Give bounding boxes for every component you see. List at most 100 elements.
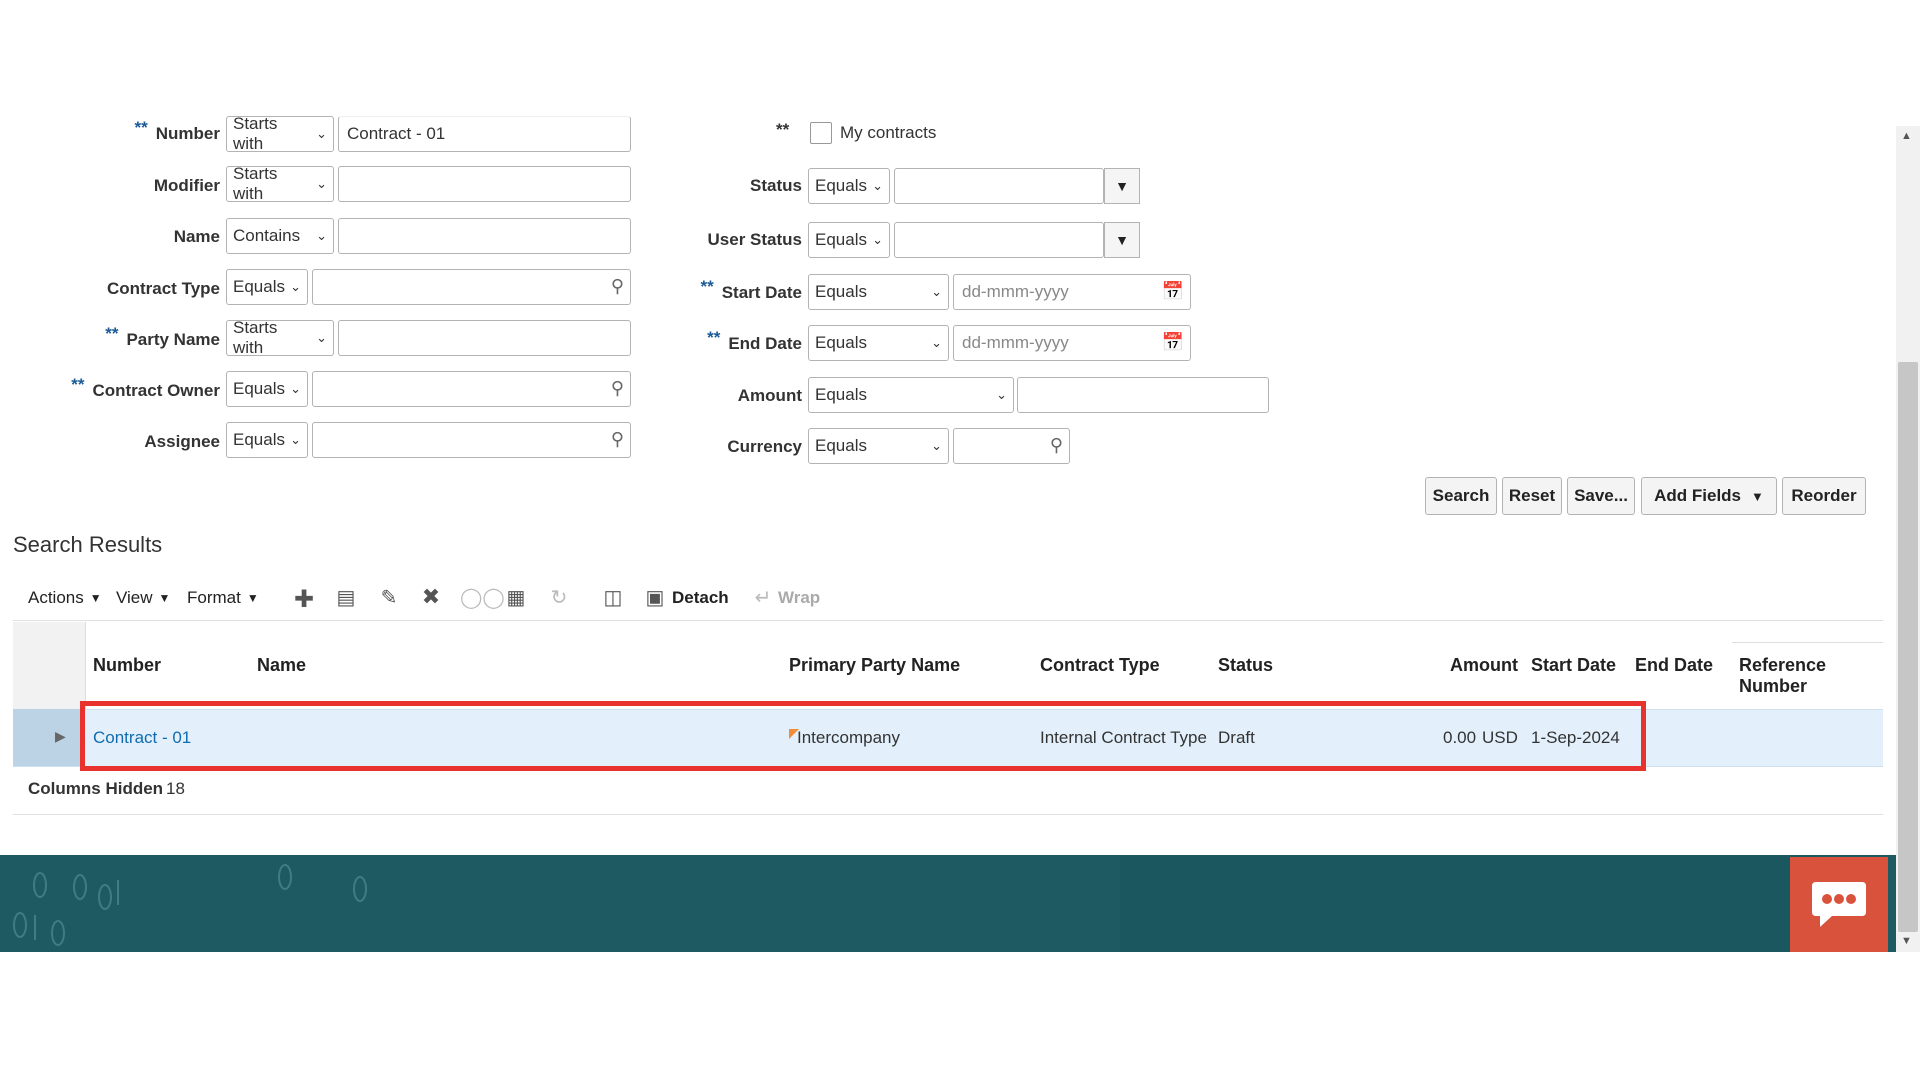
number-input[interactable]: Contract - 01: [338, 116, 631, 152]
end-date-input[interactable]: dd-mmm-yyyy 📅: [953, 325, 1191, 361]
triangle-down-icon: ▼: [89, 591, 102, 605]
refresh-icon[interactable]: ↻: [546, 585, 572, 610]
party-name-input[interactable]: [338, 320, 631, 356]
column-header-start-date[interactable]: Start Date: [1531, 655, 1616, 676]
assignee-input[interactable]: ⚲: [312, 422, 631, 458]
status-operator-select[interactable]: Equals ⌄: [808, 168, 890, 204]
triangle-down-icon: ▼: [1751, 488, 1764, 504]
amount-operator-select[interactable]: Equals ⌄: [808, 377, 1014, 413]
save-button[interactable]: Save...: [1567, 477, 1635, 515]
chevron-down-icon: ⌄: [872, 178, 883, 193]
highlight-box: [80, 701, 1646, 771]
party-name-operator-select[interactable]: Starts with ⌄: [226, 318, 334, 357]
search-icon[interactable]: ⚲: [611, 429, 624, 450]
currency-operator-select[interactable]: Equals ⌄: [808, 428, 949, 464]
scroll-up-arrow-icon[interactable]: ▲: [1901, 130, 1912, 142]
chevron-down-icon: ⌄: [290, 432, 301, 447]
column-header-end-date[interactable]: End Date: [1635, 655, 1713, 676]
name-label: Name: [173, 227, 220, 246]
chevron-down-icon: ⌄: [931, 438, 942, 453]
column-header-primary-party[interactable]: Primary Party Name: [789, 655, 960, 676]
table-top-border: [13, 620, 1883, 621]
add-fields-button[interactable]: Add Fields ▼: [1641, 477, 1777, 515]
scroll-down-arrow-icon[interactable]: ▼: [1901, 935, 1912, 947]
name-input[interactable]: [338, 218, 631, 254]
view-menu[interactable]: View ▼: [116, 588, 170, 608]
column-header-status[interactable]: Status: [1218, 655, 1273, 676]
name-operator-select[interactable]: Contains ⌄: [226, 218, 334, 254]
my-contracts-label: My contracts: [840, 123, 937, 142]
footer-banner: [0, 855, 1896, 952]
document-icon[interactable]: ▤: [333, 585, 359, 610]
end-date-operator-select[interactable]: Equals ⌄: [808, 325, 949, 361]
chat-button[interactable]: [1790, 857, 1888, 952]
chevron-down-icon: ⌄: [316, 176, 327, 191]
reorder-button[interactable]: Reorder: [1782, 477, 1866, 515]
column-header-reference-number[interactable]: Reference Number: [1739, 655, 1849, 697]
triangle-down-icon: ▼: [1115, 178, 1129, 194]
column-header-amount[interactable]: Amount: [1450, 655, 1518, 676]
currency-input[interactable]: ⚲: [953, 428, 1070, 464]
my-contracts-required-marker: **: [776, 120, 790, 139]
my-contracts-checkbox[interactable]: [810, 122, 832, 144]
column-header-name[interactable]: Name: [257, 655, 306, 676]
chevron-down-icon: ⌄: [316, 330, 327, 345]
amount-input[interactable]: [1017, 377, 1269, 413]
contract-owner-input[interactable]: ⚲: [312, 371, 631, 407]
actions-menu[interactable]: Actions ▼: [28, 588, 102, 608]
detach-icon[interactable]: ▣: [642, 585, 668, 610]
search-results-title: Search Results: [13, 532, 163, 557]
amount-label: Amount: [737, 386, 802, 405]
modifier-operator-select[interactable]: Starts with ⌄: [226, 164, 334, 203]
add-icon[interactable]: ✚: [291, 585, 317, 614]
user-status-dropdown-button[interactable]: ▼: [1104, 222, 1140, 258]
freeze-columns-icon[interactable]: ▦: [503, 585, 529, 610]
contract-type-input[interactable]: ⚲: [312, 269, 631, 305]
user-status-input[interactable]: [894, 222, 1104, 258]
search-icon[interactable]: ⚲: [611, 378, 624, 399]
contract-type-operator-select[interactable]: Equals ⌄: [226, 269, 308, 305]
footer-pattern: [13, 855, 1820, 952]
chevron-down-icon: ⌄: [872, 232, 883, 247]
column-header-number[interactable]: Number: [93, 655, 161, 676]
chevron-down-icon: ⌄: [931, 284, 942, 299]
chat-bubble-icon: [1812, 881, 1866, 927]
delete-x-icon[interactable]: ✖: [418, 584, 444, 610]
start-date-operator-select[interactable]: Equals ⌄: [808, 274, 949, 310]
triangle-down-icon: ▼: [246, 591, 259, 605]
edit-pencil-icon[interactable]: ✎: [376, 585, 402, 610]
number-operator-select[interactable]: Starts with ⌄: [226, 114, 334, 153]
search-button[interactable]: Search: [1425, 477, 1497, 515]
end-date-label: ** End Date: [707, 328, 802, 353]
expand-row-icon[interactable]: ▶: [55, 728, 66, 745]
query-by-example-icon[interactable]: ◫: [600, 585, 626, 610]
chevron-down-icon: ⌄: [931, 335, 942, 350]
column-header-contract-type[interactable]: Contract Type: [1040, 655, 1160, 676]
chevron-down-icon: ⌄: [996, 387, 1007, 402]
contract-owner-operator-select[interactable]: Equals ⌄: [226, 371, 308, 407]
assignee-operator-select[interactable]: Equals ⌄: [226, 422, 308, 458]
reference-header-divider: [1732, 642, 1883, 643]
format-menu[interactable]: Format ▼: [187, 588, 259, 608]
glasses-icon[interactable]: ◯◯: [460, 585, 505, 610]
status-dropdown-button[interactable]: ▼: [1104, 168, 1140, 204]
reset-button[interactable]: Reset: [1502, 477, 1562, 515]
chevron-down-icon: ⌄: [316, 126, 327, 141]
contract-type-label: Contract Type: [106, 279, 220, 298]
calendar-icon[interactable]: 📅: [1162, 332, 1184, 353]
scrollbar-thumb[interactable]: [1898, 362, 1918, 932]
status-input[interactable]: [894, 168, 1104, 204]
calendar-icon[interactable]: 📅: [1162, 281, 1184, 302]
row-selector[interactable]: [13, 709, 85, 766]
number-label: ** Number: [134, 118, 220, 143]
modifier-input[interactable]: [338, 166, 631, 202]
user-status-operator-select[interactable]: Equals ⌄: [808, 222, 890, 258]
chevron-down-icon: ⌄: [290, 279, 301, 294]
triangle-down-icon: ▼: [1115, 232, 1129, 248]
footer-decor-glyphs: [13, 864, 367, 946]
detach-button[interactable]: Detach: [672, 588, 729, 608]
start-date-input[interactable]: dd-mmm-yyyy 📅: [953, 274, 1191, 310]
wrap-button[interactable]: Wrap: [778, 588, 820, 608]
search-icon[interactable]: ⚲: [1050, 435, 1063, 456]
contract-owner-label: ** Contract Owner: [71, 375, 220, 400]
